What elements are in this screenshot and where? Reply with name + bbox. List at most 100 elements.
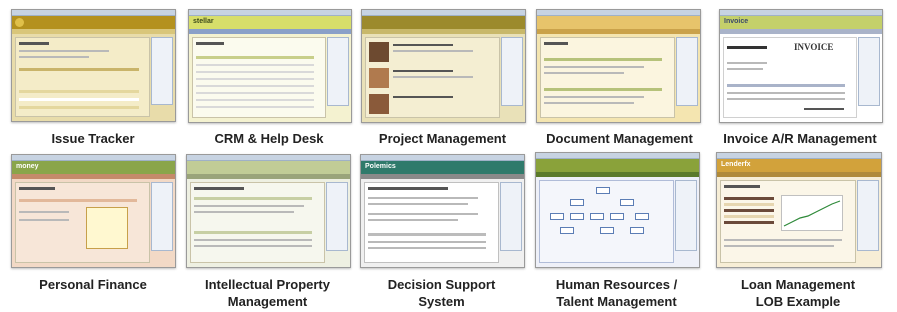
title-line	[194, 187, 244, 190]
table-row	[196, 85, 314, 87]
table-row	[194, 245, 312, 247]
title-line	[544, 42, 568, 45]
text-line	[393, 96, 453, 98]
org-node	[560, 227, 574, 234]
table-header	[368, 233, 486, 236]
side-panel	[501, 37, 523, 106]
title-line	[19, 187, 55, 190]
tile-caption: Issue Tracker	[14, 130, 172, 147]
caption-line: Human Resources /	[555, 277, 678, 292]
org-node	[635, 213, 649, 220]
side-panel	[327, 37, 349, 106]
org-node	[570, 213, 584, 220]
org-node	[600, 227, 614, 234]
content-panel	[15, 37, 150, 117]
caption-line: Intellectual Property	[205, 277, 330, 292]
table-header	[727, 84, 845, 87]
org-node	[610, 213, 624, 220]
content-panel	[365, 37, 500, 118]
document-management-screenshot[interactable]	[536, 9, 701, 123]
text-line	[19, 211, 69, 213]
text-line	[19, 50, 109, 52]
intellectual-property-screenshot[interactable]	[186, 154, 351, 268]
app-logo: Invoice	[724, 18, 749, 25]
table-row	[724, 197, 774, 200]
logo-icon	[15, 18, 24, 27]
project-photo	[369, 42, 389, 62]
text-line	[19, 219, 69, 221]
invoice-ar-management-screenshot[interactable]: Invoice INVOICE	[719, 9, 883, 123]
text-line	[544, 102, 634, 104]
personal-finance-screenshot[interactable]: money	[11, 154, 176, 268]
invoice-heading: INVOICE	[794, 42, 834, 52]
table-row	[196, 78, 314, 80]
side-panel	[675, 180, 697, 251]
side-panel	[326, 182, 348, 251]
text-line	[393, 50, 473, 52]
issue-tracker-screenshot[interactable]	[11, 9, 176, 122]
tab-strip	[19, 68, 139, 71]
crm-help-desk-screenshot[interactable]: stellar	[188, 9, 352, 123]
app-header-band	[536, 159, 699, 172]
app-header-band	[12, 16, 175, 29]
tile-caption: Personal Finance	[14, 276, 172, 293]
text-line	[368, 197, 478, 199]
table-row	[19, 106, 139, 109]
human-resources-screenshot[interactable]	[535, 152, 700, 268]
content-panel	[720, 180, 856, 263]
title-line	[724, 185, 760, 188]
side-panel	[676, 37, 698, 106]
text-line	[194, 211, 294, 213]
app-header-band: stellar	[189, 16, 351, 29]
title-line	[19, 42, 49, 45]
org-node	[596, 187, 610, 194]
app-logo: money	[16, 163, 39, 170]
caption-line: CRM & Help Desk	[214, 131, 324, 146]
table-row	[19, 98, 139, 101]
table-row	[196, 92, 314, 94]
org-node	[590, 213, 604, 220]
org-node	[630, 227, 644, 234]
table-row	[196, 64, 314, 66]
content-panel	[190, 182, 325, 263]
nav-bar	[12, 174, 175, 179]
nav-bar	[717, 172, 881, 177]
form-row	[19, 199, 137, 202]
table-row	[194, 239, 312, 241]
table-row	[724, 209, 774, 212]
tile-caption: CRM & Help Desk	[188, 130, 350, 147]
text-line	[393, 76, 473, 78]
section-bar	[544, 88, 662, 91]
loan-management-screenshot[interactable]: Lenderfx	[716, 152, 882, 268]
caption-line: Decision Support	[387, 277, 496, 292]
caption-line: Loan Management	[740, 277, 856, 292]
line-chart-graphic	[783, 200, 841, 227]
table-row	[19, 90, 139, 93]
caption-line: Issue Tracker	[51, 131, 135, 146]
nav-bar	[361, 174, 524, 179]
table-row	[724, 203, 774, 206]
table-header	[194, 231, 312, 234]
caption-line: System	[418, 294, 465, 309]
text-line	[194, 205, 304, 207]
text-line	[724, 245, 834, 247]
caption-line: Management	[227, 294, 308, 309]
total-line	[804, 108, 844, 110]
text-line	[544, 96, 644, 98]
text-line	[368, 203, 468, 205]
project-photo	[369, 68, 389, 88]
project-management-screenshot[interactable]	[361, 9, 526, 123]
tile-caption: Intellectual Property Management	[180, 276, 355, 310]
nav-bar	[720, 29, 882, 34]
tab-strip	[194, 197, 312, 200]
side-panel	[151, 182, 173, 251]
content-panel	[15, 182, 150, 263]
decision-support-screenshot[interactable]: Polemics	[360, 154, 525, 268]
content-panel	[192, 37, 326, 118]
table-row	[724, 215, 774, 218]
table-row	[368, 241, 486, 243]
app-header-band: Invoice	[720, 16, 882, 29]
table-row	[196, 99, 314, 101]
caption-line: Personal Finance	[39, 277, 147, 292]
content-panel	[540, 37, 675, 118]
